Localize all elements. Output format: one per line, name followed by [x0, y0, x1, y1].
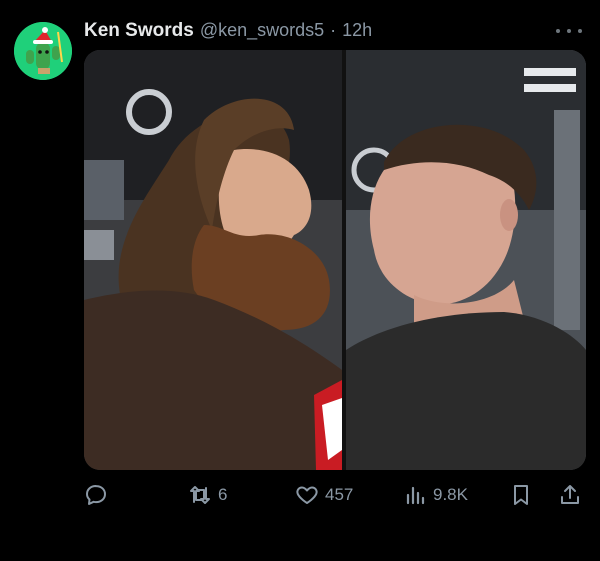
more-dot	[556, 29, 560, 33]
views-count: 9.8K	[433, 485, 468, 504]
after-haircut-photo	[346, 50, 586, 470]
more-options-icon[interactable]	[556, 22, 582, 40]
avatar[interactable]	[14, 22, 72, 80]
tweet-header: Ken Swords @ken_swords5 · 12h	[84, 20, 372, 44]
more-dot	[578, 29, 582, 33]
action-bar: 6 457 9.8K	[84, 480, 586, 510]
share-icon	[561, 485, 579, 504]
cactus-santa-avatar-icon	[14, 22, 72, 80]
heart-icon	[296, 486, 318, 504]
author-name[interactable]: Ken Swords	[84, 20, 194, 42]
tweet-media[interactable]	[84, 50, 586, 470]
reply-icon	[86, 485, 106, 505]
before-haircut-photo	[84, 50, 342, 470]
repost-count: 6	[218, 485, 228, 504]
bookmark-button[interactable]	[509, 480, 533, 510]
media-photos	[84, 50, 586, 470]
tweet[interactable]: Ken Swords @ken_swords5 · 12h 6 457 9.8K	[0, 0, 600, 561]
bookmark-icon	[514, 485, 528, 505]
repost-button[interactable]: 6	[188, 480, 227, 510]
author-handle[interactable]: @ken_swords5	[200, 20, 324, 41]
repost-icon	[190, 486, 210, 504]
reply-button[interactable]	[84, 480, 114, 510]
tweet-time[interactable]: 12h	[342, 20, 372, 41]
like-button[interactable]: 457	[295, 480, 353, 510]
views-button[interactable]: 9.8K	[403, 480, 468, 510]
views-icon	[406, 486, 425, 505]
more-dot	[567, 29, 571, 33]
share-button[interactable]	[558, 480, 582, 510]
header-separator: ·	[330, 20, 337, 40]
like-count: 457	[325, 485, 354, 504]
